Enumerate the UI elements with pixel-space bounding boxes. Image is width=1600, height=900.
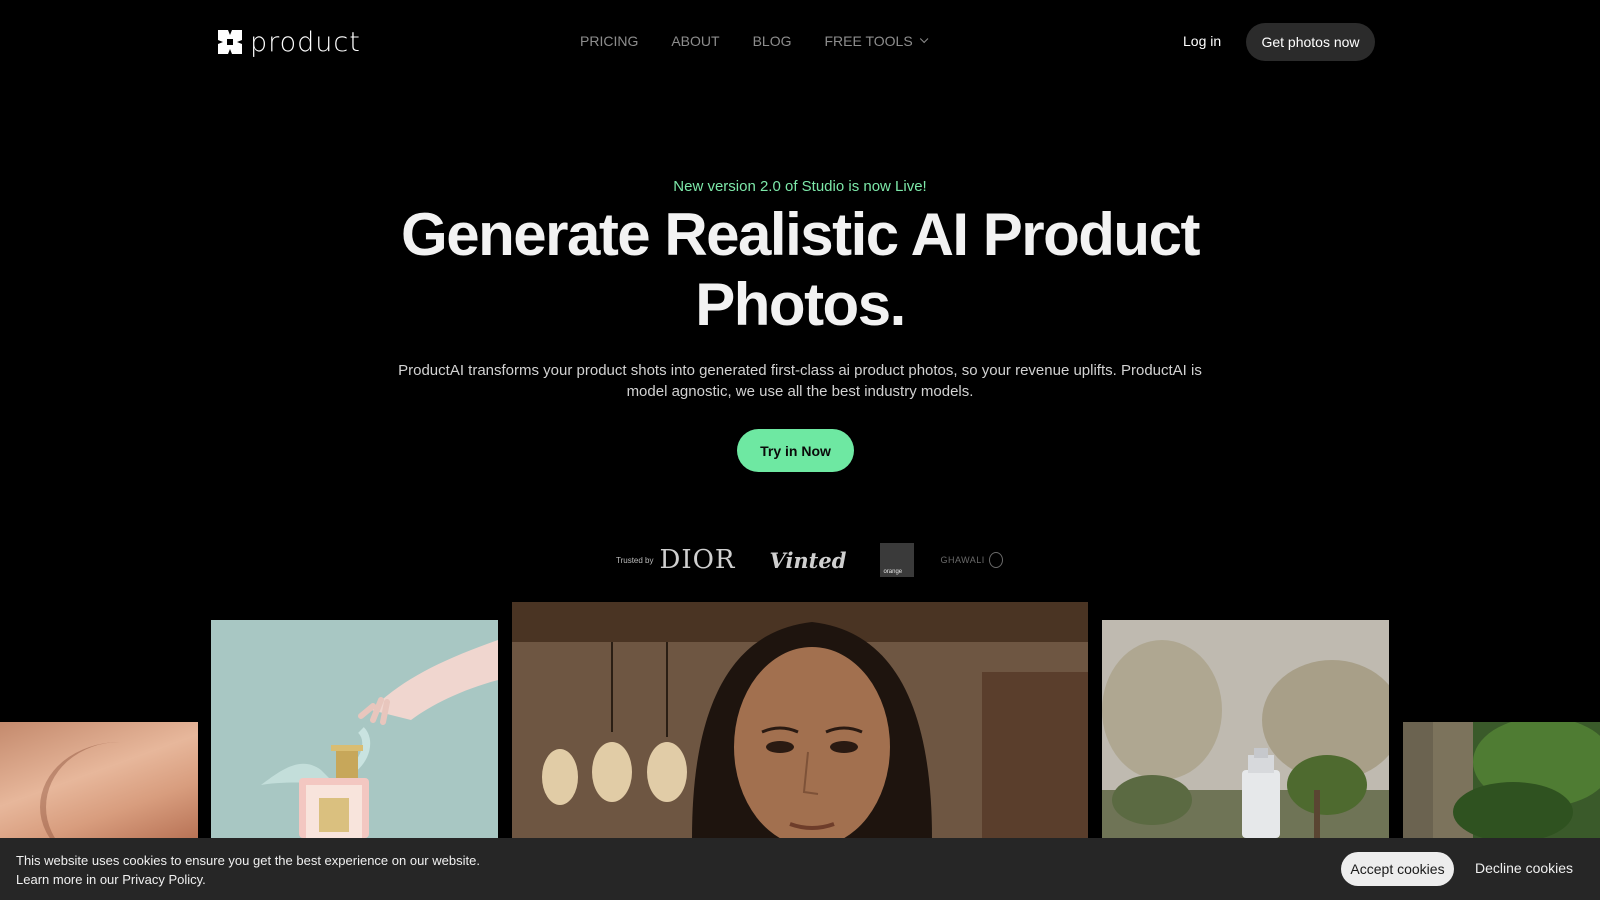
ghawali-logo-text: GHAWALI	[940, 555, 985, 565]
trusted-by-logos: Trusted by DIOR Vinted orange GHAWALI	[616, 540, 1003, 580]
gallery-image-spray-bottle	[1102, 620, 1389, 838]
hero-subtitle: ProductAI transforms your product shots …	[398, 362, 1202, 400]
nav-pricing-label: PRICING	[580, 33, 639, 49]
gallery-image-perfume	[211, 620, 498, 838]
cookie-banner: This website uses cookies to ensure you …	[0, 838, 1600, 900]
spray-bottle-illustration	[1102, 620, 1389, 838]
logo[interactable]: product	[216, 26, 361, 58]
top-nav: product PRICING ABOUT BLOG FREE TOOLS Lo…	[0, 0, 1600, 84]
nav-about[interactable]: ABOUT	[671, 33, 719, 49]
vinted-logo: Vinted	[769, 547, 847, 573]
try-now-button[interactable]: Try in Now	[737, 429, 854, 472]
login-link[interactable]: Log in	[1183, 33, 1221, 49]
decline-cookies-button[interactable]: Decline cookies	[1475, 860, 1573, 876]
nav-blog-label: BLOG	[752, 33, 792, 49]
pillar-illustration	[1403, 722, 1600, 838]
gallery-image-skin	[0, 722, 198, 838]
trusted-by-label: Trusted by	[616, 555, 654, 565]
cookie-message: This website uses cookies to ensure you …	[16, 851, 480, 889]
nav-about-label: ABOUT	[671, 33, 720, 49]
portrait-illustration	[512, 602, 1088, 838]
orange-logo-text: orange	[883, 569, 903, 575]
logo-icon	[216, 26, 244, 58]
nav-pricing[interactable]: PRICING	[580, 33, 638, 49]
privacy-policy-link[interactable]: Learn more in our Privacy Policy.	[16, 870, 480, 889]
cookie-message-line1: This website uses cookies to ensure you …	[16, 853, 480, 868]
nav-links: PRICING ABOUT BLOG FREE TOOLS	[580, 33, 929, 49]
perfume-illustration	[211, 620, 498, 838]
nav-free-tools-label: FREE TOOLS	[824, 33, 913, 49]
get-photos-button[interactable]: Get photos now	[1246, 23, 1375, 61]
accept-cookies-button[interactable]: Accept cookies	[1341, 852, 1454, 886]
ghawali-ring-icon	[988, 552, 1003, 568]
ghawali-logo: GHAWALI	[940, 552, 1003, 568]
gallery-image-pillar	[1403, 722, 1600, 838]
nav-free-tools[interactable]: FREE TOOLS	[824, 33, 929, 49]
logo-text: product	[250, 26, 361, 58]
announcement-text[interactable]: New version 2.0 of Studio is now Live!	[0, 178, 1600, 195]
orange-logo: orange	[880, 543, 915, 577]
chevron-down-icon	[919, 34, 929, 44]
dior-logo: DIOR	[659, 545, 736, 575]
skin-crease	[40, 742, 198, 838]
gallery-image-portrait	[512, 602, 1088, 838]
hero-headline: Generate Realistic AI Product Photos.	[401, 201, 1200, 338]
nav-blog[interactable]: BLOG	[753, 33, 792, 49]
